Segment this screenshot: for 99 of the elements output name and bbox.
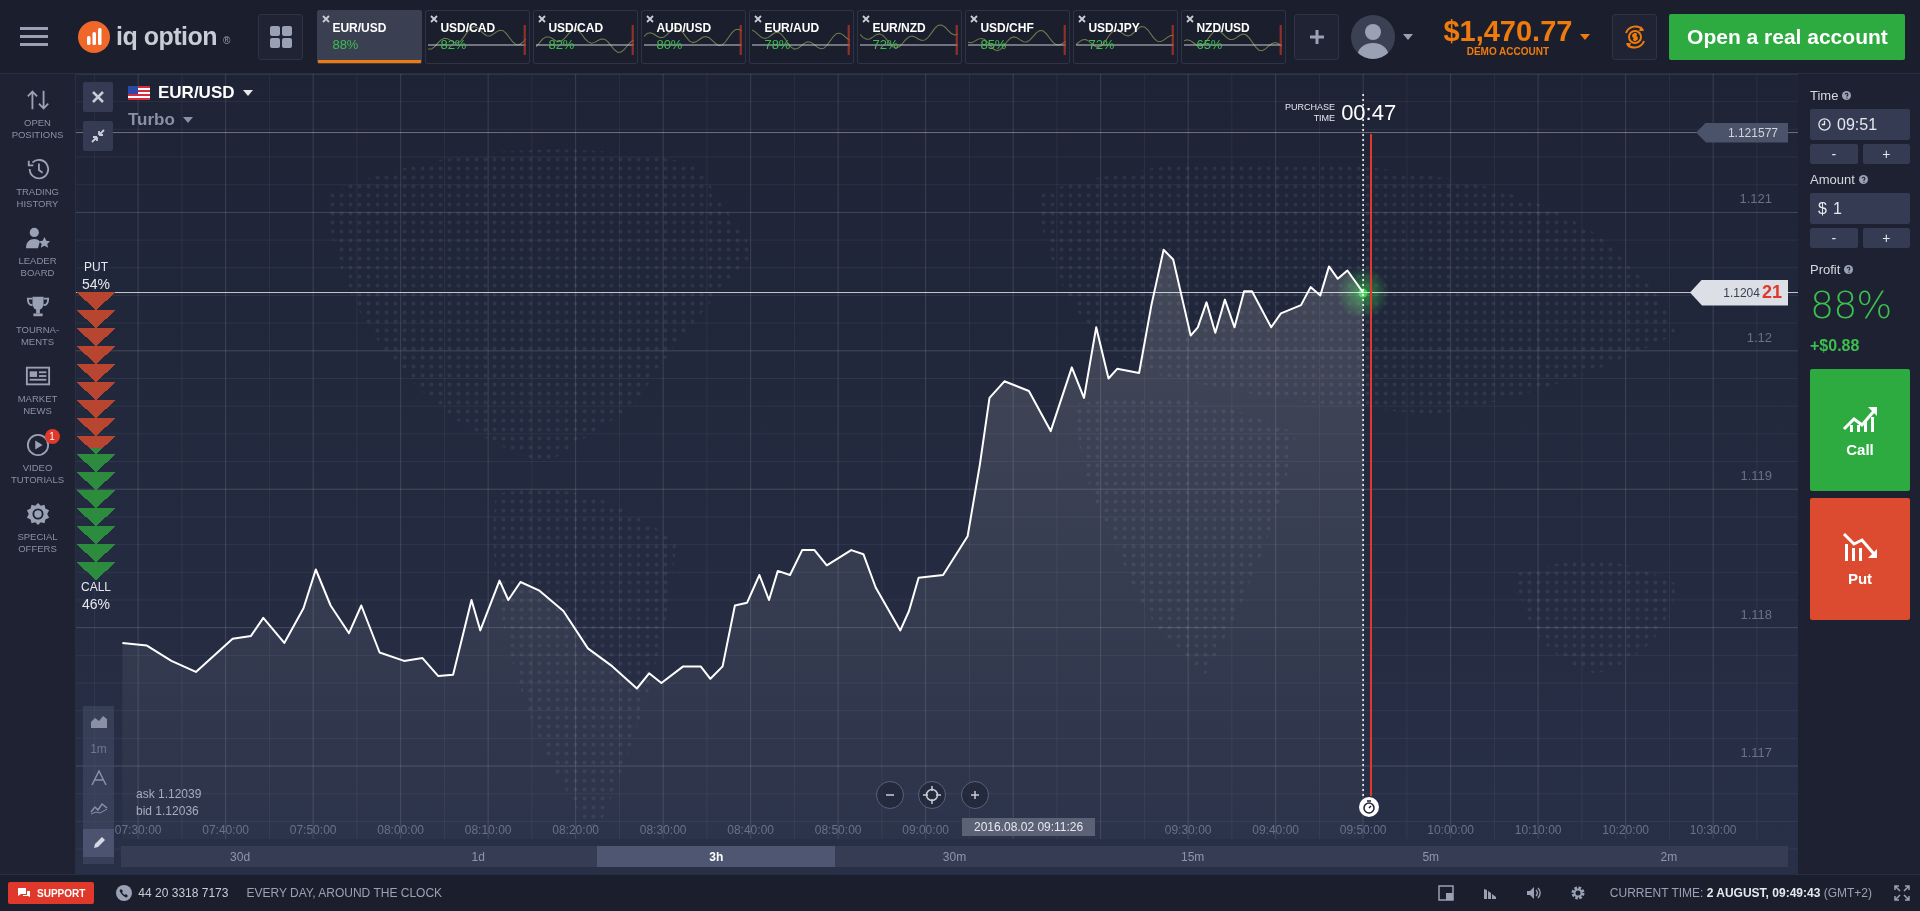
- range-tab[interactable]: 2m: [1549, 846, 1788, 867]
- time-field[interactable]: 09:51: [1810, 109, 1910, 140]
- asset-tab[interactable]: NZD/USD 65%: [1181, 9, 1287, 64]
- put-percent: 54%: [81, 276, 111, 292]
- range-tab[interactable]: 3h: [597, 846, 836, 867]
- asset-tab[interactable]: EUR/AUD 78%: [749, 9, 855, 64]
- purchase-time-label: PURCHASE TIME: [1284, 102, 1336, 124]
- profit-percent: 88%: [1810, 283, 1893, 327]
- put-button[interactable]: Put: [1810, 498, 1910, 620]
- axis-label: 07:40:00: [202, 823, 249, 837]
- asset-name: USD/JPY: [1088, 20, 1141, 35]
- payout-percent: 82%: [548, 36, 576, 52]
- axis-label: 09:30:00: [1164, 823, 1212, 837]
- field-label: Time: [1810, 88, 1839, 103]
- asset-tab[interactable]: USD/CAD 82%: [425, 9, 531, 64]
- axis-label: 09:50:00: [1339, 823, 1387, 837]
- axis-label: 09:00:00: [902, 823, 949, 837]
- axis-label: 08:50:00: [814, 823, 862, 837]
- mode-selector[interactable]: Turbo: [128, 110, 193, 130]
- asset-selector[interactable]: EUR/USD: [128, 83, 253, 103]
- registered-mark: ®: [223, 34, 231, 46]
- axis-label: 10:30:00: [1689, 823, 1737, 837]
- call-percent: 46%: [81, 596, 111, 612]
- axis-label: 1.118: [1740, 606, 1772, 622]
- axis-label: 1.12: [1746, 329, 1772, 345]
- payout-percent: 80%: [656, 36, 684, 52]
- axis-label: 1.117: [1740, 745, 1772, 761]
- support-button[interactable]: SUPPORT: [8, 882, 95, 904]
- asset-name: EUR/AUD: [764, 20, 821, 35]
- payout-percent: 78%: [764, 36, 792, 52]
- asset-name: EUR/NZD: [872, 20, 927, 35]
- range-tab[interactable]: 30m: [835, 846, 1074, 867]
- payout-percent: 72%: [1088, 36, 1116, 52]
- field-label: Profit: [1810, 262, 1841, 277]
- logo-text: iq option: [116, 22, 218, 51]
- axis-label: 09:40:00: [1252, 823, 1299, 837]
- sidebar-item[interactable]: LEADER BOARD: [0, 222, 75, 283]
- increment-button[interactable]: +: [1862, 228, 1910, 248]
- asset-tab[interactable]: EUR/NZD 72%: [857, 9, 963, 64]
- payout-percent: 82%: [440, 36, 468, 52]
- asset-tab[interactable]: AUD/USD 80%: [641, 9, 747, 64]
- asset-name: USD/CHF: [980, 20, 1035, 35]
- axis-label: 07:50:00: [289, 823, 337, 837]
- balance-amount: $1,470.77: [1443, 16, 1573, 46]
- axis-label: 07:30:00: [114, 823, 162, 837]
- bid-price: bid 1.12036: [136, 803, 200, 820]
- axis-label: 08:10:00: [464, 823, 512, 837]
- axis-label: 1.121: [1739, 191, 1772, 207]
- sidebar-item[interactable]: 1 VIDEO TUTORIALS: [0, 429, 75, 490]
- payout-percent: 85%: [980, 36, 1008, 52]
- current-time: CURRENT TIME: 2 AUGUST, 09:49:43 (GMT+2): [1609, 886, 1872, 900]
- payout-percent: 88%: [332, 36, 360, 52]
- axis-label: 08:30:00: [639, 823, 687, 837]
- amount-field[interactable]: $ 1: [1810, 193, 1910, 224]
- axis-label: 08:20:00: [552, 823, 599, 837]
- asset-name: USD/CAD: [548, 20, 605, 35]
- range-tab[interactable]: 5m: [1311, 846, 1550, 867]
- asset-name: USD/CAD: [440, 20, 497, 35]
- notification-badge: 1: [44, 429, 60, 444]
- asset-tab[interactable]: EUR/USD 88%: [317, 9, 423, 64]
- asset-tab[interactable]: USD/CAD 82%: [533, 9, 639, 64]
- open-account-button[interactable]: Open a real account: [1669, 13, 1906, 60]
- axis-label: 10:00:00: [1427, 823, 1474, 837]
- price-tag: 1.121577: [1696, 122, 1788, 143]
- sidebar-item[interactable]: TRADING HISTORY: [0, 153, 75, 214]
- asset-name: AUD/USD: [656, 20, 713, 35]
- ask-price: ask 1.12039: [136, 786, 202, 803]
- purchase-countdown: 00:47: [1341, 100, 1397, 126]
- asset-tab[interactable]: USD/JPY 72%: [1073, 9, 1179, 64]
- asset-name: EUR/USD: [332, 20, 388, 35]
- field-label: Amount: [1810, 172, 1855, 187]
- axis-label: 08:40:00: [727, 823, 774, 837]
- decrement-button[interactable]: -: [1810, 228, 1858, 248]
- axis-label: 1.119: [1740, 468, 1772, 484]
- phone-number: 44 20 3318 7173: [138, 886, 229, 900]
- axis-label: 10:20:00: [1602, 823, 1649, 837]
- profit-amount: +$0.88: [1810, 337, 1861, 355]
- axis-label: 08:00:00: [377, 823, 424, 837]
- sidebar-item[interactable]: SPECIAL OFFERS: [0, 498, 75, 559]
- cursor-time-tooltip: 2016.08.02 09:11:26: [962, 818, 1096, 836]
- sidebar-item[interactable]: OPEN POSITIONS: [0, 84, 75, 145]
- range-tab[interactable]: 30d: [121, 846, 360, 867]
- axis-label: 10:10:00: [1514, 823, 1562, 837]
- range-tab[interactable]: 15m: [1073, 846, 1312, 867]
- sidebar-item[interactable]: TOURNA-MENTS: [0, 291, 75, 352]
- current-price-tag: 1.120421: [1690, 279, 1788, 306]
- asset-tab[interactable]: USD/CHF 85%: [965, 9, 1071, 64]
- call-label: CALL: [80, 580, 112, 594]
- account-type: DEMO ACCOUNT: [1466, 46, 1550, 57]
- payout-percent: 65%: [1196, 36, 1224, 52]
- call-button[interactable]: Call: [1810, 369, 1910, 491]
- sidebar-item[interactable]: MARKET NEWS: [0, 360, 75, 421]
- put-label: PUT: [83, 260, 109, 274]
- increment-button[interactable]: +: [1862, 144, 1910, 164]
- asset-name: NZD/USD: [1196, 20, 1251, 35]
- decrement-button[interactable]: -: [1810, 144, 1858, 164]
- support-hours: EVERY DAY, AROUND THE CLOCK: [246, 886, 443, 900]
- payout-percent: 72%: [872, 36, 900, 52]
- range-tab[interactable]: 1d: [359, 846, 598, 867]
